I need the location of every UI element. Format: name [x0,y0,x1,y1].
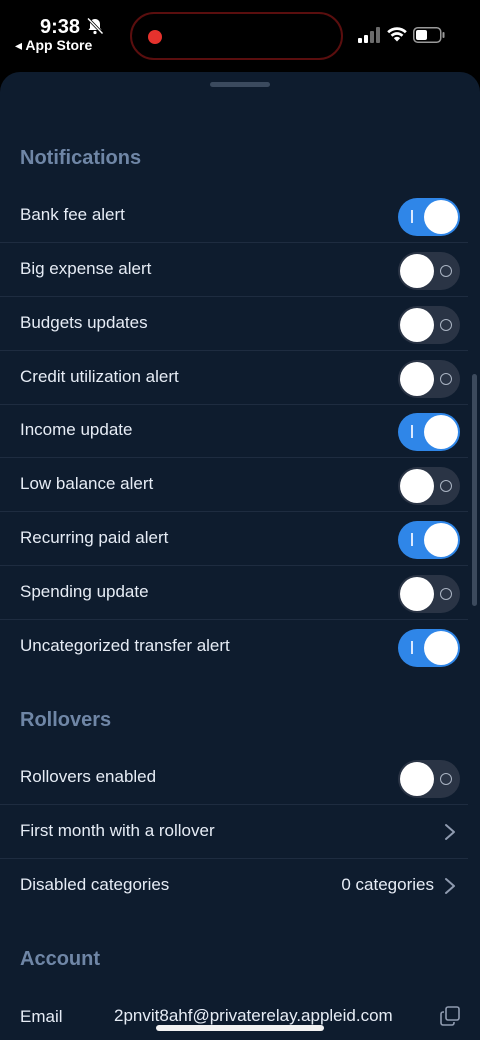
toggle-knob [424,415,458,449]
toggle-on-mark [411,425,413,438]
toggle-knob [400,577,434,611]
rollovers-section-title: Rollovers [20,709,112,731]
status-bar: 9:38 ◂ App Store [0,0,480,72]
toggle-off-mark [440,588,452,600]
recurring-paid-alert-toggle[interactable] [398,521,460,559]
row-label: Low balance alert [20,474,154,493]
toggle-knob [424,631,458,665]
row-label: First month with a rollover [20,821,215,840]
toggle-off-mark [440,373,452,385]
account-section-title: Account [20,948,100,970]
row-label: Income update [20,420,133,439]
rollovers-enabled-row[interactable]: Rollovers enabled [0,751,468,805]
settings-sheet: Notifications Bank fee alert Big expense… [0,72,480,1040]
email-label: Email [20,1007,63,1026]
status-time: 9:38 [40,16,81,38]
toggle-knob [400,308,434,342]
notification-row-big-expense[interactable]: Big expense alert [0,243,468,297]
toggle-off-mark [440,265,452,277]
row-label: Recurring paid alert [20,528,169,547]
row-label: Spending update [20,582,149,601]
toggle-knob [424,523,458,557]
email-row[interactable]: Email 2pnvit8ahf@privaterelay.appleid.co… [0,992,468,1040]
uncategorized-transfer-alert-toggle[interactable] [398,629,460,667]
notification-row-uncategorized-transfer[interactable]: Uncategorized transfer alert [0,620,468,674]
toggle-knob [400,254,434,288]
dynamic-island [130,12,343,60]
toggle-off-mark [440,773,452,785]
notification-row-low-balance[interactable]: Low balance alert [0,458,468,512]
sheet-grabber[interactable] [210,82,270,87]
toggle-on-mark [411,641,413,654]
chevron-right-icon [445,878,455,894]
credit-utilization-alert-toggle[interactable] [398,360,460,398]
bell-off-icon [86,17,104,35]
big-expense-alert-toggle[interactable] [398,252,460,290]
chevron-right-icon [445,824,455,840]
recording-indicator-icon [148,30,162,44]
budgets-updates-toggle[interactable] [398,306,460,344]
notification-row-bank-fee[interactable]: Bank fee alert [0,189,468,243]
wifi-icon [387,27,407,42]
scrollbar[interactable] [472,374,477,606]
spending-update-toggle[interactable] [398,575,460,613]
cellular-signal-icon [358,27,380,43]
notification-row-budgets[interactable]: Budgets updates [0,297,468,351]
toggle-off-mark [440,319,452,331]
toggle-off-mark [440,480,452,492]
home-indicator[interactable] [156,1025,324,1031]
battery-icon [413,27,445,43]
notification-row-recurring-paid[interactable]: Recurring paid alert [0,512,468,566]
first-month-rollover-row[interactable]: First month with a rollover [0,805,468,859]
notification-row-spending[interactable]: Spending update [0,566,468,620]
toggle-knob [424,200,458,234]
rollovers-enabled-toggle[interactable] [398,760,460,798]
row-label: Credit utilization alert [20,367,179,386]
bank-fee-alert-toggle[interactable] [398,198,460,236]
toggle-knob [400,762,434,796]
toggle-knob [400,469,434,503]
low-balance-alert-toggle[interactable] [398,467,460,505]
email-value: 2pnvit8ahf@privaterelay.appleid.com [114,1006,393,1025]
toggle-on-mark [411,210,413,223]
row-label: Big expense alert [20,259,152,278]
row-label: Bank fee alert [20,205,125,224]
row-label: Uncategorized transfer alert [20,636,230,655]
row-label: Budgets updates [20,313,148,332]
disabled-categories-row[interactable]: Disabled categories 0 categories [0,859,468,913]
toggle-knob [400,362,434,396]
notification-row-credit-utilization[interactable]: Credit utilization alert [0,351,468,405]
income-update-toggle[interactable] [398,413,460,451]
toggle-on-mark [411,533,413,546]
disabled-categories-count: 0 categories [341,875,434,894]
notifications-section-title: Notifications [20,147,142,169]
row-label: Rollovers enabled [20,767,157,786]
copy-icon[interactable] [440,1006,460,1026]
back-to-app-store-link[interactable]: ◂ App Store [15,37,92,54]
row-label: Disabled categories [20,875,170,894]
notification-row-income[interactable]: Income update [0,404,468,458]
